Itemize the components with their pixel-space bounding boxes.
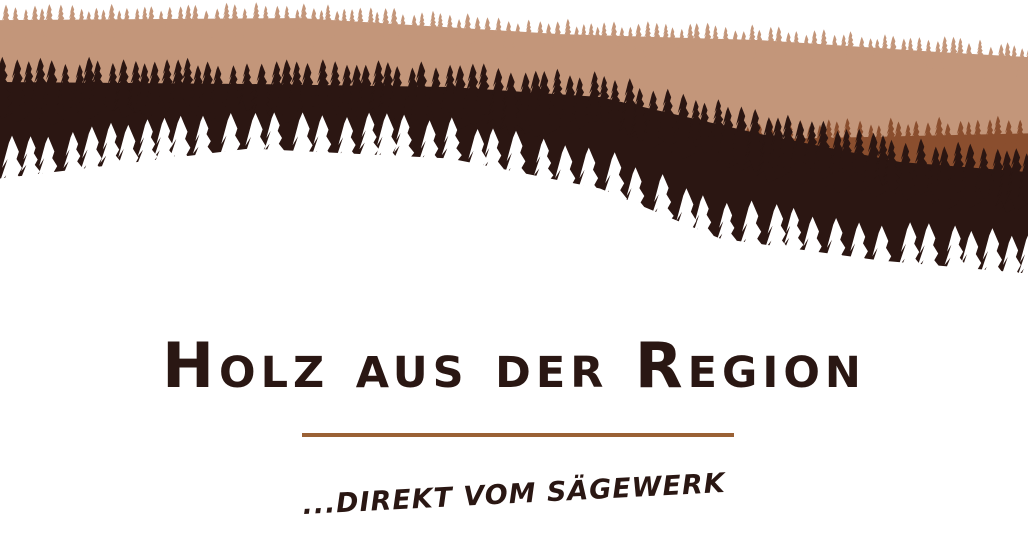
- divider: [302, 433, 734, 437]
- headline: Holz aus der Region: [0, 326, 1028, 406]
- tagline: ...DIREKT VOM SÄGEWERK: [0, 443, 1028, 547]
- pine-forest-silhouette-icon: [0, 0, 1028, 330]
